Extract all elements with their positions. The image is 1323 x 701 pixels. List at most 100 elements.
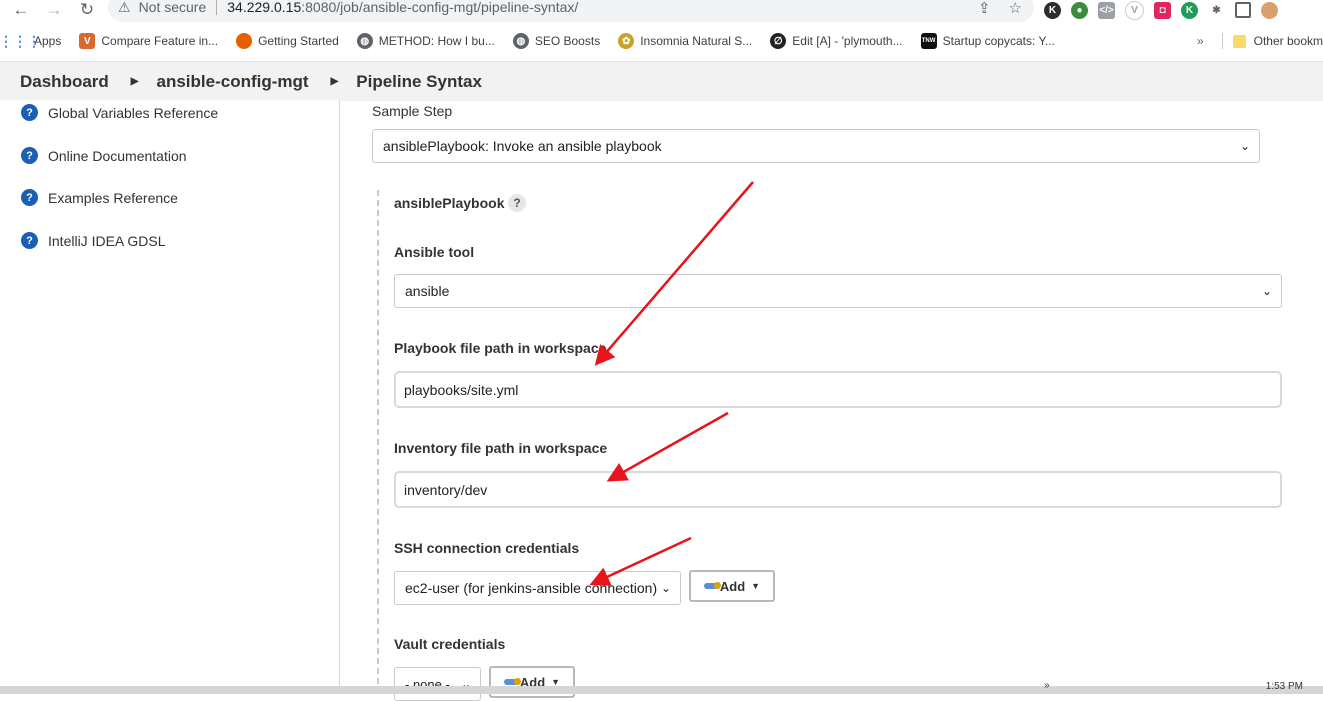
editor-icon: ∅ bbox=[770, 33, 787, 49]
bookmark-label: SEO Boosts bbox=[534, 34, 601, 48]
ssh-credentials-value: ec2-user (for jenkins-ansible connection… bbox=[405, 580, 658, 596]
help-circle-icon: ? bbox=[21, 189, 38, 206]
browser-toolbar: ← → ↻ ⚠ Not secure 34.229.0.15:8080/job/… bbox=[0, 0, 1323, 22]
bee-icon: ✿ bbox=[618, 33, 635, 49]
os-taskbar: » 1:53 PM bbox=[0, 680, 1323, 694]
omnibox-actions: ⇪ ☆ bbox=[978, 0, 1022, 17]
warning-triangle-icon: ⚠ bbox=[118, 0, 131, 15]
side-panel: ? Global Variables Reference ? Online Do… bbox=[0, 100, 340, 694]
share-icon[interactable]: ⇪ bbox=[978, 0, 991, 17]
ssh-credentials-label: SSH connection credentials bbox=[394, 540, 580, 556]
sidebar-item-global-variables[interactable]: ? Global Variables Reference bbox=[21, 104, 218, 121]
shield-extension-icon[interactable]: V bbox=[1125, 0, 1144, 20]
section-title: ansiblePlaybook bbox=[394, 195, 505, 211]
bookmark-label: Compare Feature in... bbox=[101, 34, 219, 48]
help-circle-icon: ? bbox=[21, 232, 38, 249]
inventory-path-label: Inventory file path in workspace bbox=[394, 440, 608, 456]
bookmark-insomnia[interactable]: ✿ Insomnia Natural S... bbox=[618, 33, 752, 49]
ssh-credentials-select[interactable]: ec2-user (for jenkins-ansible connection… bbox=[394, 571, 681, 605]
vault-credentials-select[interactable]: - none - ⌄ bbox=[394, 667, 481, 701]
bookmark-compare-feature[interactable]: V Compare Feature in... bbox=[79, 33, 218, 49]
sidebar-item-intellij-gdsl[interactable]: ? IntelliJ IDEA GDSL bbox=[21, 232, 166, 249]
help-circle-icon: ? bbox=[21, 104, 38, 121]
sidebar-item-label: Online Documentation bbox=[48, 147, 187, 164]
vault-credentials-label: Vault credentials bbox=[394, 636, 506, 652]
bookmark-method[interactable]: ◍ METHOD: How I bu... bbox=[356, 33, 495, 49]
help-circle-icon: ? bbox=[21, 147, 38, 164]
add-credentials-button[interactable]: Add ▼ bbox=[689, 570, 775, 602]
extensions-bar: K ● </> V ◘ K ✱ bbox=[1044, 0, 1278, 20]
inventory-path-input[interactable]: inventory/dev bbox=[394, 471, 1282, 508]
v-logo-icon: V bbox=[79, 33, 96, 49]
puzzle-extensions-icon[interactable]: ✱ bbox=[1208, 1, 1225, 19]
pocket-extension-icon[interactable]: ◘ bbox=[1154, 1, 1171, 19]
chevron-down-icon: ⌄ bbox=[660, 581, 671, 595]
other-bookmarks[interactable]: Other bookm bbox=[1254, 34, 1323, 48]
url-text[interactable]: 34.229.0.15:8080/job/ansible-config-mgt/… bbox=[227, 0, 578, 15]
colorful-extension-icon[interactable]: ● bbox=[1071, 1, 1088, 19]
taskbar-overflow-chevron[interactable]: » bbox=[1044, 680, 1050, 691]
ansible-tool-select[interactable]: ansible ⌄ bbox=[394, 274, 1282, 308]
k-green-extension-icon[interactable]: K bbox=[1181, 1, 1198, 19]
add-button-label: Add bbox=[719, 578, 746, 594]
breadcrumb: Dashboard ▶ ansible-config-mgt ▶ Pipelin… bbox=[0, 61, 1323, 101]
side-panel-icon[interactable] bbox=[1235, 2, 1251, 18]
pipeline-syntax-form: Sample Step ansiblePlaybook: Invoke an a… bbox=[340, 100, 1323, 701]
sample-step-select[interactable]: ansiblePlaybook: Invoke an ansible playb… bbox=[372, 129, 1260, 163]
bookmark-label: METHOD: How I bu... bbox=[378, 34, 495, 48]
bookmark-star-icon[interactable]: ☆ bbox=[1009, 0, 1022, 17]
key-icon bbox=[703, 582, 721, 589]
k-extension-icon[interactable]: K bbox=[1044, 1, 1061, 19]
caret-down-icon: ▼ bbox=[751, 581, 761, 591]
bookmark-label: Edit [A] - 'plymouth... bbox=[792, 34, 903, 48]
chevron-down-icon: ⌄ bbox=[1239, 139, 1250, 153]
sidebar-item-examples-reference[interactable]: ? Examples Reference bbox=[21, 189, 178, 206]
tnw-icon: TNW bbox=[920, 33, 937, 49]
taskbar-clock: 1:53 PM bbox=[1265, 681, 1303, 692]
breadcrumb-dashboard[interactable]: Dashboard bbox=[20, 72, 109, 92]
bookmark-seo-boosts[interactable]: ◍ SEO Boosts bbox=[512, 33, 601, 49]
sidebar-item-label: Examples Reference bbox=[48, 189, 178, 206]
bookmark-edit-plymouth[interactable]: ∅ Edit [A] - 'plymouth... bbox=[770, 33, 903, 49]
playbook-path-label: Playbook file path in workspace bbox=[394, 340, 607, 356]
reload-icon[interactable]: ↻ bbox=[76, 0, 98, 20]
code-extension-icon[interactable]: </> bbox=[1098, 1, 1115, 19]
key-icon bbox=[503, 678, 521, 685]
bookmark-label: Insomnia Natural S... bbox=[640, 34, 753, 48]
sample-step-label: Sample Step bbox=[372, 103, 453, 119]
breadcrumb-caret-icon[interactable]: ▶ bbox=[331, 76, 339, 87]
bookmarks-divider bbox=[1221, 33, 1223, 49]
bookmarks-bar: ⋮⋮⋮ Apps V Compare Feature in... Getting… bbox=[0, 28, 1323, 54]
bookmarks-overflow-chevron[interactable]: » bbox=[1197, 34, 1204, 48]
breadcrumb-job[interactable]: ansible-config-mgt bbox=[157, 72, 309, 92]
security-status: Not secure bbox=[138, 0, 207, 15]
address-bar[interactable]: ⚠ Not secure 34.229.0.15:8080/job/ansibl… bbox=[108, 0, 1034, 22]
bookmark-getting-started[interactable]: Getting Started bbox=[236, 33, 339, 49]
breadcrumb-caret-icon[interactable]: ▶ bbox=[131, 76, 139, 87]
bookmark-label: Startup copycats: Y... bbox=[942, 34, 1055, 48]
ansible-tool-label: Ansible tool bbox=[394, 244, 475, 260]
bookmarks-right: » Other bookm bbox=[1188, 28, 1323, 54]
playbook-path-value: playbooks/site.yml bbox=[404, 381, 519, 398]
ansible-tool-value: ansible bbox=[405, 283, 450, 299]
section-divider bbox=[377, 190, 379, 694]
bookmark-startup-copycats[interactable]: TNW Startup copycats: Y... bbox=[920, 33, 1055, 49]
breadcrumb-pipeline-syntax[interactable]: Pipeline Syntax bbox=[356, 72, 482, 92]
apps-grid-icon: ⋮⋮⋮ bbox=[0, 32, 41, 49]
chevron-down-icon: ⌄ bbox=[1261, 284, 1272, 298]
folder-icon bbox=[1232, 34, 1246, 48]
sample-step-value: ansiblePlaybook: Invoke an ansible playb… bbox=[383, 138, 662, 154]
firefox-icon bbox=[236, 33, 253, 49]
back-arrow-icon[interactable]: ← bbox=[10, 0, 32, 20]
bookmark-apps[interactable]: ⋮⋮⋮ Apps bbox=[0, 32, 62, 49]
bookmark-label: Getting Started bbox=[258, 34, 339, 48]
help-question-icon[interactable]: ? bbox=[508, 194, 526, 212]
forward-arrow-icon[interactable]: → bbox=[43, 0, 65, 20]
inventory-path-value: inventory/dev bbox=[404, 481, 488, 498]
bookmark-label: Apps bbox=[34, 34, 62, 48]
profile-avatar[interactable] bbox=[1261, 1, 1278, 19]
omnibox-separator bbox=[216, 0, 218, 15]
sidebar-item-label: Global Variables Reference bbox=[48, 104, 219, 121]
sidebar-item-online-documentation[interactable]: ? Online Documentation bbox=[21, 147, 187, 164]
playbook-path-input[interactable]: playbooks/site.yml bbox=[394, 371, 1282, 408]
